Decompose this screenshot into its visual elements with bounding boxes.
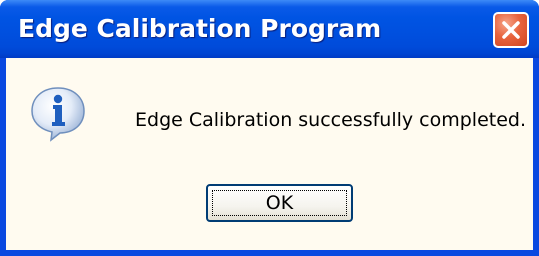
message-text: Edge Calibration successfully completed. <box>135 109 527 131</box>
ok-button-label: OK <box>265 192 294 214</box>
close-icon <box>502 21 520 39</box>
title-bar[interactable]: Edge Calibration Program <box>0 0 539 58</box>
window-title: Edge Calibration Program <box>18 14 382 43</box>
close-button[interactable] <box>493 12 529 48</box>
information-icon <box>31 87 85 142</box>
dialog-window: Edge Calibration Program Edge Calibratio… <box>0 0 539 256</box>
ok-button[interactable]: OK <box>206 184 353 222</box>
dialog-body: Edge Calibration successfully completed.… <box>6 58 533 250</box>
